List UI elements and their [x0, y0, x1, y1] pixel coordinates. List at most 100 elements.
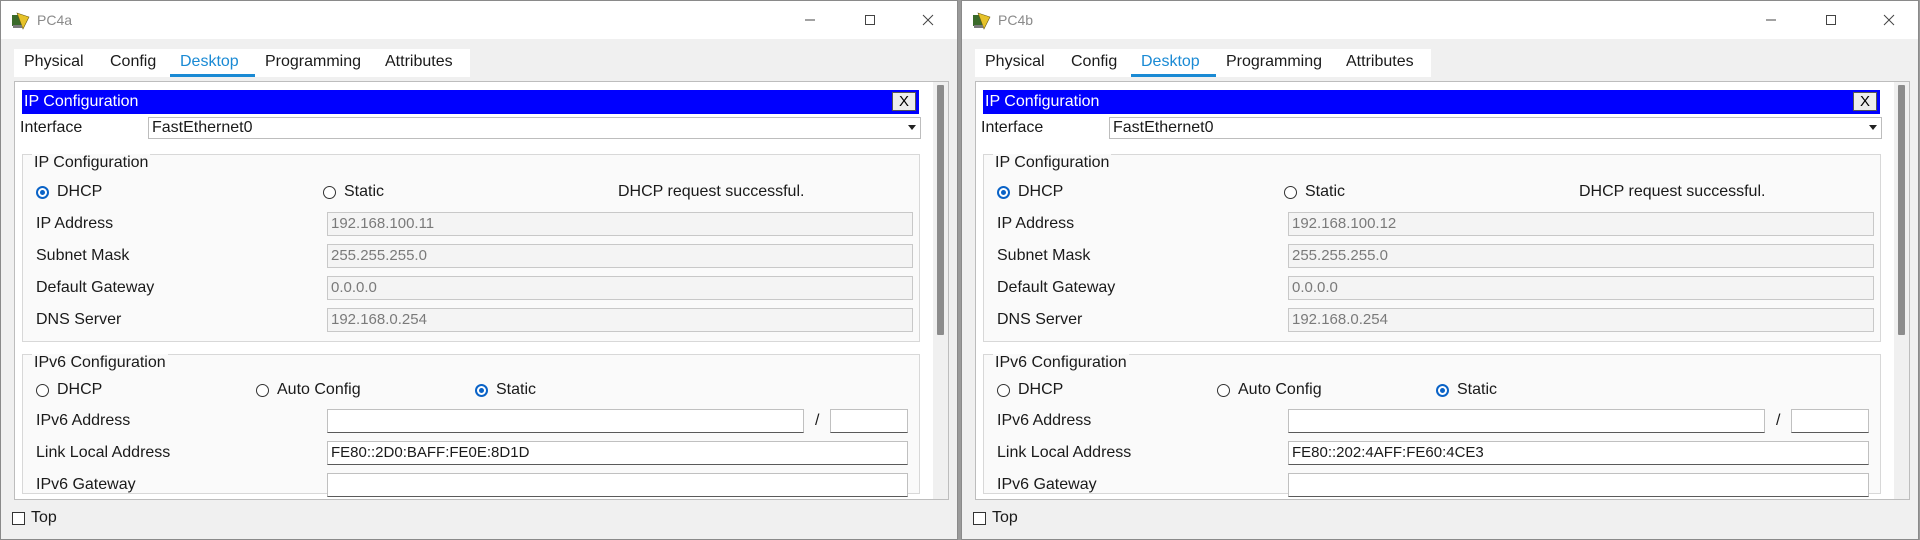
scrollbar-thumb[interactable] [937, 85, 944, 335]
tab-config[interactable]: Config [100, 49, 170, 77]
ipv6-static-label: Static [1457, 381, 1498, 398]
chevron-down-icon [1869, 125, 1877, 130]
dns-server-field[interactable]: 192.168.0.254 [327, 308, 913, 332]
vertical-scrollbar[interactable] [933, 82, 948, 499]
pc4b-window: PC4b Physical Config Desktop Programming… [961, 0, 1919, 540]
link-local-field[interactable]: FE80::2D0:BAFF:FE0E:8D1D [327, 441, 908, 465]
close-icon [1883, 14, 1895, 26]
ipv6-group-label: IPv6 Configuration [993, 354, 1129, 372]
top-checkbox[interactable]: Top [973, 509, 1018, 527]
link-local-field[interactable]: FE80::202:4AFF:FE60:4CE3 [1288, 441, 1869, 465]
ip-config-header: IP Configuration X [983, 90, 1880, 114]
default-gateway-field[interactable]: 0.0.0.0 [327, 276, 913, 300]
ipv6-address-label: IPv6 Address [36, 412, 131, 429]
ipv6-auto-config-radio[interactable]: Auto Config [1217, 381, 1322, 399]
ipv6-dhcp-radio[interactable]: DHCP [36, 381, 102, 399]
ip-address-field[interactable]: 192.168.100.11 [327, 212, 913, 236]
vertical-scrollbar[interactable] [1894, 82, 1909, 499]
tab-physical[interactable]: Physical [14, 49, 100, 77]
default-gateway-field[interactable]: 0.0.0.0 [1288, 276, 1874, 300]
tab-bar: Physical Config Desktop Programming Attr… [1, 39, 957, 77]
subnet-mask-field[interactable]: 255.255.255.0 [327, 244, 913, 268]
tab-desktop[interactable]: Desktop [1131, 49, 1216, 77]
ip-address-label: IP Address [997, 215, 1075, 232]
ip-config-title: IP Configuration [24, 93, 139, 110]
ip-config-close-button[interactable]: X [892, 92, 916, 111]
interface-select[interactable]: FastEthernet0 [148, 117, 921, 139]
window-title: PC4a [37, 12, 73, 28]
minimize-button[interactable] [1742, 1, 1800, 39]
maximize-icon [1826, 15, 1836, 25]
tab-config[interactable]: Config [1061, 49, 1131, 77]
minimize-button[interactable] [781, 1, 839, 39]
ipv4-group-label: IP Configuration [32, 154, 151, 172]
ipv6-address-label: IPv6 Address [997, 412, 1092, 429]
ipv6-static-radio[interactable]: Static [1436, 381, 1497, 399]
window-title: PC4b [998, 12, 1034, 28]
link-local-label: Link Local Address [997, 444, 1132, 461]
ipv6-auto-config-radio[interactable]: Auto Config [256, 381, 361, 399]
radio-unselected-icon [323, 185, 336, 199]
ipv4-static-label: Static [1305, 183, 1346, 200]
ipv6-group-label: IPv6 Configuration [32, 354, 168, 372]
radio-unselected-icon [36, 383, 49, 397]
dns-server-label: DNS Server [36, 311, 122, 328]
ipv6-gateway-label: IPv6 Gateway [36, 476, 136, 493]
tab-attributes[interactable]: Attributes [375, 49, 470, 77]
ipv4-static-label: Static [344, 183, 385, 200]
title-bar[interactable]: PC4b [962, 1, 1918, 39]
tab-programming[interactable]: Programming [255, 49, 375, 77]
ip-config-header: IP Configuration X [22, 90, 919, 114]
ipv6-gateway-field[interactable] [327, 473, 908, 497]
maximize-button[interactable] [1802, 1, 1860, 39]
minimize-icon [1766, 19, 1776, 21]
tab-attributes[interactable]: Attributes [1336, 49, 1431, 77]
pc4a-window: PC4a Physical Config Desktop Programming… [0, 0, 958, 540]
ipv4-dhcp-radio[interactable]: DHCP [997, 183, 1063, 201]
app-icon [972, 11, 992, 31]
ipv6-static-radio[interactable]: Static [475, 381, 536, 399]
tab-programming[interactable]: Programming [1216, 49, 1336, 77]
ip-address-label: IP Address [36, 215, 114, 232]
ipv4-dhcp-radio[interactable]: DHCP [36, 183, 102, 201]
ip-config-close-button[interactable]: X [1853, 92, 1877, 111]
ipv4-dhcp-label: DHCP [1018, 183, 1064, 200]
interface-label: Interface [981, 119, 1044, 136]
default-gateway-label: Default Gateway [997, 279, 1116, 296]
subnet-mask-field[interactable]: 255.255.255.0 [1288, 244, 1874, 268]
close-button[interactable] [899, 1, 957, 39]
ipv6-dhcp-label: DHCP [57, 381, 103, 398]
prefix-slash: / [815, 412, 820, 429]
top-label: Top [992, 509, 1018, 526]
chevron-down-icon [908, 125, 916, 130]
maximize-icon [865, 15, 875, 25]
ipv6-auto-config-label: Auto Config [1238, 381, 1322, 398]
close-button[interactable] [1860, 1, 1918, 39]
ip-address-field[interactable]: 192.168.100.12 [1288, 212, 1874, 236]
ipv4-static-radio[interactable]: Static [323, 183, 384, 201]
subnet-mask-label: Subnet Mask [36, 247, 130, 264]
radio-selected-icon [36, 185, 49, 199]
ipv6-gateway-field[interactable] [1288, 473, 1869, 497]
maximize-button[interactable] [841, 1, 899, 39]
ipv4-group-label: IP Configuration [993, 154, 1112, 172]
ipv6-prefix-field[interactable] [1791, 409, 1869, 433]
dns-server-field[interactable]: 192.168.0.254 [1288, 308, 1874, 332]
ip-config-panel: IP Configuration X Interface FastEtherne… [14, 81, 949, 500]
tab-desktop[interactable]: Desktop [170, 49, 255, 77]
ipv6-address-field[interactable] [327, 409, 804, 433]
ipv6-config-group: IPv6 Configuration DHCP Auto Config Stat… [22, 354, 920, 497]
scrollbar-thumb[interactable] [1898, 85, 1905, 335]
ip-config-title: IP Configuration [985, 93, 1100, 110]
ipv6-prefix-field[interactable] [830, 409, 908, 433]
ipv4-static-radio[interactable]: Static [1284, 183, 1345, 201]
tab-physical[interactable]: Physical [975, 49, 1061, 77]
ipv6-dhcp-radio[interactable]: DHCP [997, 381, 1063, 399]
ipv6-address-field[interactable] [1288, 409, 1765, 433]
top-checkbox[interactable]: Top [12, 509, 57, 527]
ipv6-dhcp-label: DHCP [1018, 381, 1064, 398]
radio-unselected-icon [1284, 185, 1297, 199]
dhcp-status: DHCP request successful. [1579, 183, 1766, 200]
interface-select[interactable]: FastEthernet0 [1109, 117, 1882, 139]
title-bar[interactable]: PC4a [1, 1, 957, 39]
